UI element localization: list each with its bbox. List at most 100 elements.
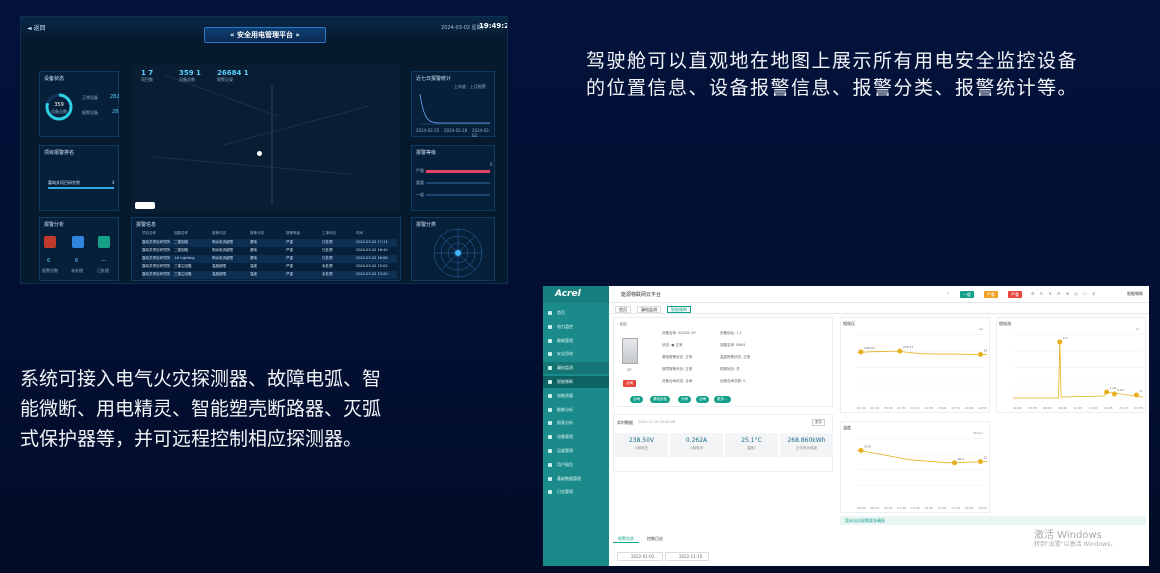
tab-control-log[interactable]: 控制日志 xyxy=(647,536,663,542)
table-cell: 嘉峪关项目研究院 xyxy=(142,248,170,252)
x-axis: 00:00 02:25 05:00 07:30 10:00 12:30 15:00 17:30… xyxy=(857,506,987,510)
sidebar-item[interactable]: 日志管理 xyxy=(543,486,609,498)
table-row[interactable]: 嘉峪关项目研究院 三楼主回路 温度超限 温度 严重 未处理 2024-03-02 15:02 xyxy=(142,263,397,271)
level-panel: 报警等级 严重 6 重要 一般 xyxy=(411,145,495,211)
sidebar-item[interactable]: 电能质量 xyxy=(543,390,609,402)
category-panel: 报警分类 xyxy=(411,217,495,281)
tab-breaker[interactable]: 智能微断 xyxy=(667,306,691,313)
sidebar-item[interactable]: 漏电监测 xyxy=(543,362,609,375)
tab-leakage[interactable]: 漏电监测 xyxy=(637,306,661,313)
analysis-handled-label: 已处理 xyxy=(97,268,109,273)
metric-value: 238.50V xyxy=(628,437,655,444)
peak-label: 0.87 xyxy=(1117,388,1124,392)
sidebar-item[interactable]: 能耗管理 xyxy=(543,335,609,347)
alarm-chip-general[interactable]: 一般 xyxy=(960,291,974,298)
tab-alarm-info[interactable]: 报警信息 xyxy=(613,536,639,543)
table-cell: 未处理 xyxy=(322,264,333,268)
peak-marker xyxy=(858,349,864,355)
peak-marker xyxy=(1057,339,1063,345)
breaker-image xyxy=(622,338,638,364)
table-row[interactable]: 嘉峪关项目研究院 二楼回路 剩余电流超限 漏电 严重 已处理 2024-03-02 16:4… xyxy=(142,247,397,255)
map-stat-alarms: 26684 1 报警记录 xyxy=(217,69,249,83)
sidebar-item[interactable]: 设备管理 xyxy=(543,431,609,443)
table-cell: 剩余电流超限 xyxy=(212,248,233,252)
level-label: 一般 xyxy=(416,192,424,197)
chart-legend: Ua xyxy=(978,327,983,331)
analysis-handled: — xyxy=(101,258,106,264)
level-value: 6 xyxy=(490,162,493,167)
table-cell: 已处理 xyxy=(322,248,333,252)
sidebar-item[interactable]: 电力监控 xyxy=(543,321,609,333)
toolbar-icons[interactable]: ⚙ ↻ ⇅ ✉ ⊞ ◎ ☐ ⛭ xyxy=(1031,291,1097,296)
date-to-field[interactable]: 2022-11-15 xyxy=(665,552,709,561)
table-row[interactable]: 嘉峪关项目研究院 三楼主回路 温度超限 温度 严重 未处理 2024-03-02 13:20 xyxy=(142,271,397,279)
sidebar-item[interactable]: 报表分析 xyxy=(543,417,609,429)
x-tick: 12:15 xyxy=(1073,406,1083,410)
col-status: 工单状态 xyxy=(322,231,336,235)
metric-label: 正向有功电能 xyxy=(796,446,817,450)
sidebar-item[interactable]: 用户报告 xyxy=(543,459,609,471)
peak-marker xyxy=(897,348,903,354)
device-field: 设备地址: 1,1 xyxy=(720,331,742,335)
platform-screenshot: Acrel 能源物联网云平台 ⌕ 一般 严重 严重 ⚙ ↻ ⇅ ✉ ⊞ ◎ ☐ … xyxy=(543,286,1149,566)
table-cell: 三楼主回路 xyxy=(174,272,192,276)
device-action-button[interactable]: 合闸 xyxy=(696,396,709,403)
col-level: 报警等级 xyxy=(286,231,300,235)
table-cell: 2024-03-02 13:20 xyxy=(356,272,388,276)
alarm-chip-critical[interactable]: 严重 xyxy=(1008,291,1022,298)
sidebar-item[interactable]: 首页 xyxy=(543,307,609,319)
project-alarm-panel: 项目报警排名 嘉峪关项目研究院 4 xyxy=(39,145,119,211)
device-field: 漏电报警状态: 正常 xyxy=(662,355,693,359)
clipboard-check-icon xyxy=(98,236,110,248)
peak-label: 238.50 xyxy=(984,348,988,352)
back-link[interactable]: ‹ 返回 xyxy=(617,322,627,327)
device-action-button[interactable]: 漏电自检 xyxy=(650,396,670,403)
x-tick: 21:40 xyxy=(1119,406,1128,410)
table-cell: 二楼回路 xyxy=(174,248,188,252)
peak-label: 25.09 xyxy=(984,456,988,460)
project-map[interactable] xyxy=(131,65,401,213)
sidebar-item[interactable]: 基础数据管理 xyxy=(543,473,609,485)
alarm-analysis-panel: 报警分析 6 6 — 报警总数 未处理 已处理 xyxy=(39,217,119,281)
peak-label: 29.8 xyxy=(864,444,871,448)
panel-title: 报警等级 xyxy=(416,150,437,156)
notice-bar: 暂未出出现需要多确报 xyxy=(840,516,1146,525)
table-cell: 嘉峪关项目研究院 xyxy=(142,256,170,260)
back-link-label: 返回 xyxy=(619,322,627,326)
device-field: 远程合闸次数: 0 xyxy=(720,379,746,383)
alarm-info-panel: 报警信息 项目名称 回路名称 报警内容 报警分类 报警等级 工单状态 时间 嘉峪… xyxy=(131,217,401,281)
analysis-unhandled: 6 xyxy=(75,258,79,264)
ranking-row-name: 嘉峪关项目研究院 xyxy=(48,180,80,185)
table-cell: 已处理 xyxy=(322,256,333,260)
peak-marker xyxy=(858,447,864,453)
table-cell: 温度 xyxy=(250,264,257,268)
alarm-chip-severe[interactable]: 严重 xyxy=(984,291,998,298)
more-button[interactable]: 更多 xyxy=(812,419,825,426)
x-tick: 00:00 xyxy=(1013,406,1022,410)
peak-marker xyxy=(978,459,983,465)
peak-label: 248.00 xyxy=(864,346,875,350)
stat-label: 报警记录 xyxy=(217,77,233,82)
table-cell: 嘉峪关项目研究院 xyxy=(142,264,170,268)
table-cell: 已处理 xyxy=(322,240,333,244)
document-icon xyxy=(72,236,84,248)
search-icon[interactable]: ⌕ xyxy=(947,290,949,295)
sidebar-item[interactable]: 能耗分析 xyxy=(543,404,609,416)
device-action-button[interactable]: 更多… xyxy=(714,396,731,403)
table-row[interactable]: 嘉峪关项目研究院 二楼回路 剩余电流超限 漏电 严重 已处理 2024-03-02 17:1… xyxy=(142,239,397,247)
map-marker-icon[interactable] xyxy=(257,151,262,156)
sidebar-item[interactable]: 安全用电 xyxy=(543,348,609,360)
device-total-label: 设备总数 xyxy=(51,109,67,114)
device-action-button[interactable]: 合闸 xyxy=(630,396,643,403)
table-row[interactable]: 嘉峪关项目研究院 1# Lighting 剩余电流超限 漏电 严重 已处理 2024-03-… xyxy=(142,255,397,263)
x-tick: 16:05 xyxy=(1103,406,1113,410)
sidebar-item[interactable]: 运维管理 xyxy=(543,445,609,457)
tab-home[interactable]: 首页 xyxy=(615,306,631,313)
sidebar-item[interactable]: 智能微断 xyxy=(543,376,609,388)
date-from-field[interactable]: 2022-01-01 xyxy=(617,552,663,561)
trend-chart-card: 相电压 Ua 248.00 245.17 238.50 00:00 02:2005:00 07… xyxy=(840,317,990,413)
back-button[interactable]: ◄ 返回 xyxy=(27,23,46,32)
level-bar-important xyxy=(426,182,490,184)
x-tick: 00:00 xyxy=(857,406,866,410)
device-action-button[interactable]: 分闸 xyxy=(678,396,691,403)
